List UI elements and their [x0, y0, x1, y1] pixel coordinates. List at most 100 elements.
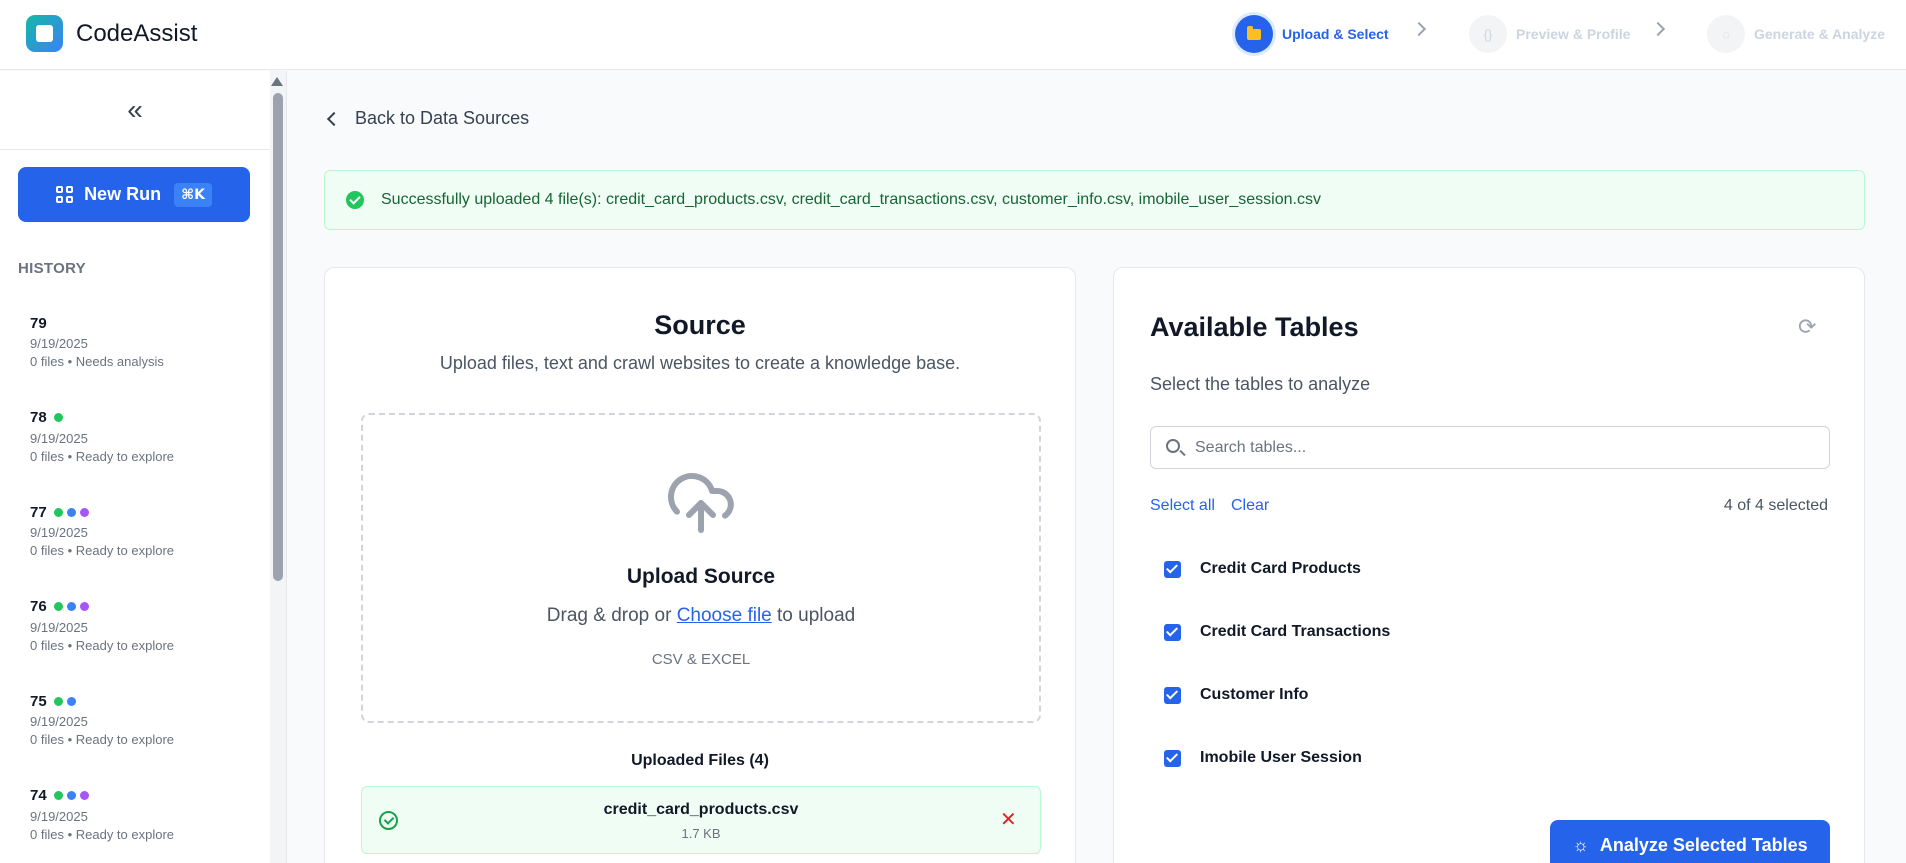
history-run-number: 76 — [30, 598, 47, 615]
file-size: 1.7 KB — [681, 826, 721, 841]
history-date: 9/19/2025 — [30, 525, 88, 540]
analyze-selected-tables-button[interactable]: ☼ Analyze Selected Tables — [1550, 820, 1830, 863]
remove-file-icon[interactable]: ✕ — [1000, 807, 1017, 832]
history-run-number: 77 — [30, 503, 47, 521]
drag-drop-text: Drag & drop or Choose file to upload — [363, 605, 1039, 627]
history-run-number: 75 — [30, 692, 47, 710]
cloud-upload-icon — [667, 472, 734, 533]
sidebar: « New Run ⌘K HISTORY 79 9/19/2025 0 files … — [0, 71, 287, 863]
choose-file-link[interactable]: Choose file — [677, 605, 772, 626]
history-item-header: 79 — [30, 313, 260, 333]
status-dot-icon — [53, 413, 63, 422]
refresh-icon[interactable]: ⟳ — [1798, 314, 1816, 340]
status-dot-icon — [79, 602, 89, 611]
folder-icon — [1235, 15, 1273, 53]
history-status: 0 files • Ready to explore — [30, 543, 175, 558]
success-alert: Successfully uploaded 4 file(s): credit_… — [324, 170, 1865, 230]
divider — [0, 149, 270, 150]
clear-link[interactable]: Clear — [1231, 497, 1269, 515]
scrollbar-thumb[interactable] — [273, 93, 283, 581]
search-icon — [1166, 439, 1180, 453]
checkbox-checked-icon[interactable] — [1164, 560, 1181, 578]
new-run-button[interactable]: New Run ⌘K — [18, 167, 250, 222]
history-item[interactable]: 77 9/19/2025 0 files • Ready to explore — [30, 502, 260, 597]
select-all-link[interactable]: Select all — [1150, 497, 1215, 515]
history-list: 79 9/19/2025 0 files • Needs analysis 78 9/1… — [30, 313, 260, 863]
history-date: 9/19/2025 — [30, 430, 88, 446]
alert-text: Successfully uploaded 4 file(s): credit_… — [381, 191, 1321, 208]
history-status: 0 files • Needs analysis — [30, 354, 164, 369]
table-row[interactable]: Credit Card Transactions — [1164, 621, 1390, 643]
history-date: 9/19/2025 — [30, 808, 88, 824]
history-run-number: 79 — [30, 314, 47, 332]
chevron-right-icon — [1411, 21, 1427, 37]
top-bar: CodeAssist Upload & Select {} Preview & … — [0, 0, 1906, 70]
upload-source-title: Upload Source — [626, 565, 776, 588]
history-item-header: 74 — [30, 786, 260, 806]
source-card: Source Upload files, text and crawl webs… — [324, 267, 1076, 863]
status-dot-icon — [53, 507, 63, 517]
status-dot-icon — [53, 696, 63, 706]
chat-icon: ◌ — [1707, 15, 1745, 53]
scroll-up-arrow-icon[interactable] — [271, 77, 283, 86]
history-item[interactable]: 75 9/19/2025 0 files • Ready to explore — [30, 691, 260, 786]
available-tables-card: Available Tables ⟳ Select the tables to … — [1113, 267, 1865, 863]
collapse-sidebar-icon[interactable]: « — [120, 94, 150, 125]
drag-suffix: to upload — [771, 605, 856, 626]
status-dot-icon — [53, 602, 63, 611]
history-item[interactable]: 78 9/19/2025 0 files • Ready to explore — [30, 408, 260, 503]
step-generate-analyze[interactable]: ◌ Generate & Analyze — [1707, 14, 1885, 54]
selection-count: 4 of 4 selected — [1723, 497, 1828, 514]
shortcut-badge: ⌘K — [174, 182, 212, 207]
step-preview-profile[interactable]: {} Preview & Profile — [1469, 14, 1630, 54]
step-label: Generate & Analyze — [1754, 26, 1885, 42]
table-name: Customer Info — [1200, 686, 1309, 703]
search-tables-input[interactable] — [1195, 427, 1815, 468]
history-heading: HISTORY — [18, 260, 86, 277]
history-item-header: 77 — [30, 502, 260, 522]
history-status: 0 files • Ready to explore — [30, 448, 175, 464]
status-dots — [53, 791, 89, 800]
grid-icon — [56, 186, 74, 203]
step-upload-select[interactable]: Upload & Select — [1235, 14, 1389, 54]
status-dot-icon — [66, 791, 76, 800]
history-run-number: 78 — [30, 409, 47, 426]
history-item-header: 78 — [30, 408, 260, 428]
new-run-label: New Run — [84, 184, 162, 204]
history-item[interactable]: 79 9/19/2025 0 files • Needs analysis — [30, 313, 260, 408]
history-item[interactable]: 76 9/19/2025 0 files • Ready to explore — [30, 597, 260, 692]
checkbox-checked-icon[interactable] — [1164, 749, 1181, 767]
history-status: 0 files • Ready to explore — [30, 826, 175, 842]
checkbox-checked-icon[interactable] — [1164, 623, 1181, 641]
file-name: credit_card_products.csv — [603, 801, 799, 818]
history-date: 9/19/2025 — [30, 619, 88, 635]
status-dot-icon — [66, 602, 76, 611]
table-row[interactable]: Customer Info — [1164, 684, 1308, 706]
back-to-data-sources-link[interactable]: Back to Data Sources — [325, 108, 529, 129]
history-status: 0 files • Ready to explore — [30, 637, 175, 653]
table-row[interactable]: Credit Card Products — [1164, 558, 1361, 580]
drag-prefix: Drag & drop or — [546, 605, 677, 626]
table-name: Credit Card Products — [1200, 560, 1361, 577]
history-item[interactable]: 74 9/19/2025 0 files • Ready to explore — [30, 786, 260, 863]
history-item-header: 76 — [30, 597, 260, 617]
checkbox-checked-icon[interactable] — [1164, 686, 1181, 704]
table-name: Imobile User Session — [1200, 749, 1362, 766]
uploaded-files-heading: Uploaded Files (4) — [631, 752, 769, 769]
history-date: 9/19/2025 — [30, 336, 88, 351]
status-dot-icon — [66, 507, 76, 517]
tables-subtitle: Select the tables to analyze — [1150, 374, 1371, 394]
upload-dropzone[interactable]: Upload Source Drag & drop or Choose file… — [361, 413, 1041, 723]
accepted-formats: CSV & EXCEL — [651, 651, 751, 668]
step-label: Upload & Select — [1282, 26, 1389, 42]
search-box — [1150, 426, 1830, 469]
lightbulb-icon: ☼ — [1572, 834, 1589, 855]
check-circle-icon — [346, 191, 364, 209]
status-dots — [53, 602, 89, 611]
table-row[interactable]: Imobile User Session — [1164, 747, 1362, 769]
status-dots — [53, 413, 63, 422]
source-subtitle: Upload files, text and crawl websites to… — [439, 353, 961, 373]
status-dot-icon — [79, 507, 89, 517]
status-dot-icon — [79, 791, 89, 800]
back-label: Back to Data Sources — [355, 108, 530, 128]
